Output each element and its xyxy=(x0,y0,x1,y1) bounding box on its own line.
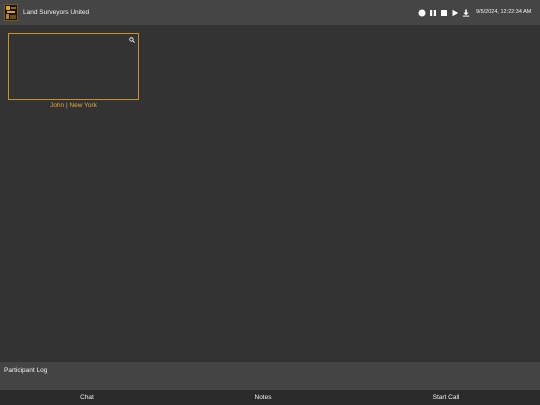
record-icon[interactable] xyxy=(418,9,426,17)
app-window: Land Surveyors United 9/5/2024, 12:22:34… xyxy=(0,0,540,405)
participant-log-label: Participant Log xyxy=(4,367,48,374)
bottom-nav: Chat Notes Start Call xyxy=(0,390,540,405)
download-icon[interactable] xyxy=(462,9,470,17)
participant-log-panel: Participant Log xyxy=(0,362,540,390)
notes-button[interactable]: Notes xyxy=(213,390,313,405)
participant-caption: John | New York xyxy=(50,102,97,109)
app-title: Land Surveyors United xyxy=(23,9,90,16)
play-icon[interactable] xyxy=(451,9,459,17)
magnify-icon[interactable] xyxy=(129,37,135,43)
chat-button[interactable]: Chat xyxy=(37,390,137,405)
recording-controls xyxy=(418,8,470,17)
session-datetime: 9/5/2024, 12:22:34 AM xyxy=(476,9,532,15)
header-bar: Land Surveyors United 9/5/2024, 12:22:34… xyxy=(0,0,540,25)
land-surveyors-logo xyxy=(4,4,18,21)
start-call-button[interactable]: Start Call xyxy=(396,390,496,405)
pause-icon[interactable] xyxy=(429,9,437,17)
stop-icon[interactable] xyxy=(440,9,448,17)
participant-video-tile[interactable] xyxy=(8,33,139,100)
